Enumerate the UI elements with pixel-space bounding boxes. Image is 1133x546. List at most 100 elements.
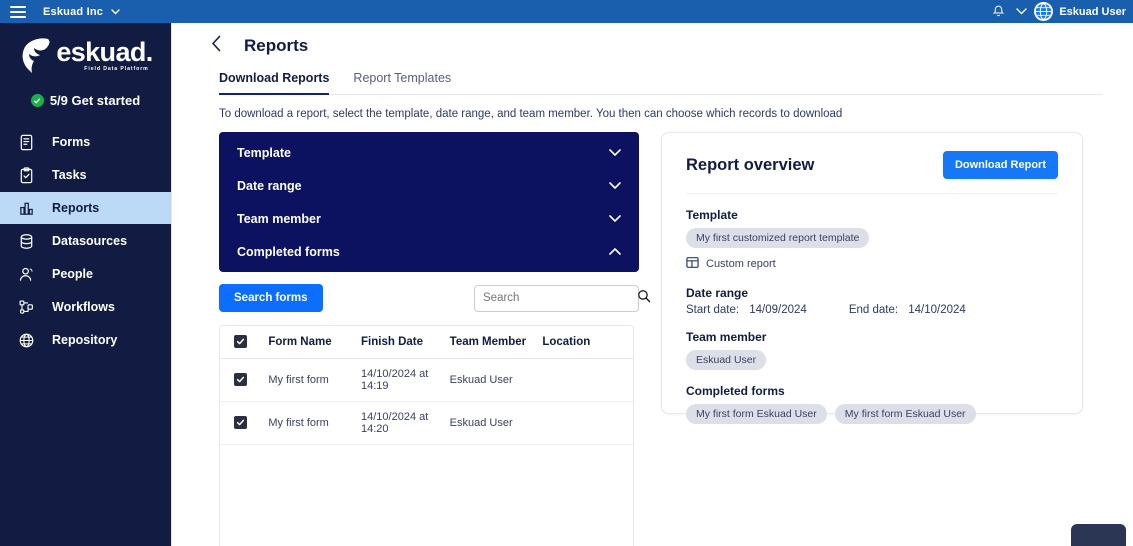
chevron-down-icon xyxy=(609,180,621,192)
cell-location xyxy=(542,359,633,402)
main-content: Reports Download Reports Report Template… xyxy=(171,23,1133,546)
top-bar: Eskuad Inc xyxy=(0,0,1133,23)
end-date-value: 14/10/2024 xyxy=(908,304,966,316)
form-document-icon xyxy=(17,133,36,152)
download-report-button[interactable]: Download Report xyxy=(943,151,1058,179)
table-head: Form Name Finish Date Team Member Locati… xyxy=(220,326,633,359)
org-switcher[interactable]: Eskuad Inc xyxy=(43,6,120,18)
sidebar-item-tasks[interactable]: Tasks xyxy=(0,159,171,191)
sidebar: eskuad. Field Data Platform 5/9 Get star… xyxy=(0,23,171,546)
overview-completed-forms-label: Completed forms xyxy=(686,384,1058,398)
overview-header: Report overview Download Report xyxy=(686,151,1058,194)
chevron-left-icon[interactable] xyxy=(211,35,222,56)
sidebar-item-label: Workflows xyxy=(52,300,115,314)
sidebar-item-label: Tasks xyxy=(52,168,87,182)
chevron-down-icon xyxy=(609,147,621,159)
sidebar-item-workflows[interactable]: Workflows xyxy=(0,291,171,323)
template-pill: My first customized report template xyxy=(686,228,869,248)
accordion-template[interactable]: Template xyxy=(219,136,639,169)
report-overview-card: Report overview Download Report Template… xyxy=(661,132,1083,414)
person-icon xyxy=(17,265,36,284)
row-checkbox-cell xyxy=(220,402,268,445)
workflow-nodes-icon xyxy=(17,298,36,317)
start-date-label: Start date: xyxy=(686,304,739,316)
logo-wordmark: eskuad xyxy=(56,37,145,67)
accordion-label: Date range xyxy=(237,179,302,193)
brand-logo: eskuad. Field Data Platform 5/9 Get star… xyxy=(0,23,171,108)
table-row[interactable]: My first form 14/10/2024 at 14:19 Eskuad… xyxy=(220,359,633,402)
hamburger-menu-icon[interactable] xyxy=(10,6,26,18)
eskuad-mark-icon xyxy=(18,35,54,77)
sidebar-item-label: People xyxy=(52,267,93,281)
tab-report-templates[interactable]: Report Templates xyxy=(353,71,451,95)
chevron-down-icon xyxy=(111,7,120,17)
get-started-label: 5/9 Get started xyxy=(50,93,140,108)
select-all-header xyxy=(220,326,268,359)
org-name-label: Eskuad Inc xyxy=(43,6,103,18)
column-header-finish-date: Finish Date xyxy=(361,326,450,359)
user-name-label: Eskuad User xyxy=(1059,6,1126,18)
logo-tagline: Field Data Platform xyxy=(84,66,148,72)
overview-team-member-label: Team member xyxy=(686,330,1058,344)
sidebar-item-datasources[interactable]: Datasources xyxy=(0,225,171,257)
team-member-pills: Eskuad User xyxy=(686,344,1058,370)
notification-bell-icon[interactable] xyxy=(988,2,1008,22)
search-input[interactable] xyxy=(483,292,637,304)
start-date-group: Start date: 14/09/2024 xyxy=(686,304,807,316)
column-header-form-name: Form Name xyxy=(268,326,361,359)
sidebar-item-reports[interactable]: Reports xyxy=(0,192,171,224)
team-member-pill: Eskuad User xyxy=(686,350,766,370)
forms-table-container: Form Name Finish Date Team Member Locati… xyxy=(219,325,634,546)
accordion-date-range[interactable]: Date range xyxy=(219,169,639,202)
get-started-progress[interactable]: 5/9 Get started xyxy=(31,93,140,108)
column-header-location: Location xyxy=(542,326,633,359)
check-circle-icon xyxy=(31,94,44,107)
overview-title: Report overview xyxy=(686,156,814,175)
page-description: To download a report, select the templat… xyxy=(219,108,1133,120)
end-date-group: End date: 14/10/2024 xyxy=(849,304,966,316)
sidebar-item-forms[interactable]: Forms xyxy=(0,126,171,158)
chat-launcher[interactable] xyxy=(1071,524,1126,546)
table-layout-icon xyxy=(686,256,699,272)
page-header: Reports xyxy=(172,23,1133,56)
avatar[interactable] xyxy=(1034,2,1053,21)
page-title: Reports xyxy=(244,36,308,56)
accordion-label: Team member xyxy=(237,212,321,226)
overview-date-range-label: Date range xyxy=(686,286,1058,300)
cell-form-name: My first form xyxy=(268,402,361,445)
chevron-up-icon xyxy=(609,246,621,258)
accordion-label: Completed forms xyxy=(237,245,340,259)
end-date-label: End date: xyxy=(849,304,898,316)
app-root: Eskuad Inc xyxy=(0,0,1133,546)
overview-column: Report overview Download Report Template… xyxy=(661,132,1083,546)
table-toolbar: Search forms xyxy=(219,284,639,312)
row-checkbox[interactable] xyxy=(234,416,247,429)
row-checkbox-cell xyxy=(220,359,268,402)
table-row[interactable]: My first form 14/10/2024 at 14:20 Eskuad… xyxy=(220,402,633,445)
sidebar-item-people[interactable]: People xyxy=(0,258,171,290)
accordion-completed-forms[interactable]: Completed forms xyxy=(219,235,639,268)
date-range-values: Start date: 14/09/2024 End date: 14/10/2… xyxy=(686,304,1058,316)
sidebar-item-label: Repository xyxy=(52,333,117,347)
filter-accordion: Template Date range Team member xyxy=(219,132,639,272)
search-box[interactable] xyxy=(474,285,639,312)
cell-location xyxy=(542,402,633,445)
completed-form-pill: My first form Eskuad User xyxy=(835,404,976,424)
user-menu-chevron-icon[interactable] xyxy=(1008,2,1034,22)
select-all-checkbox[interactable] xyxy=(234,335,247,348)
accordion-team-member[interactable]: Team member xyxy=(219,202,639,235)
logo-dot: . xyxy=(146,37,153,67)
sidebar-nav: Forms Tasks Reports Datasources xyxy=(0,126,171,356)
tab-download-reports[interactable]: Download Reports xyxy=(219,71,329,95)
sidebar-item-label: Reports xyxy=(52,201,99,215)
column-header-team-member: Team Member xyxy=(450,326,543,359)
magnifier-icon[interactable] xyxy=(637,289,651,308)
row-checkbox[interactable] xyxy=(234,373,247,386)
forms-table: Form Name Finish Date Team Member Locati… xyxy=(220,326,633,445)
completed-form-pill: My first form Eskuad User xyxy=(686,404,827,424)
completed-forms-pills: My first form Eskuad User My first form … xyxy=(686,398,1058,424)
table-header-row: Form Name Finish Date Team Member Locati… xyxy=(220,326,633,359)
sidebar-item-repository[interactable]: Repository xyxy=(0,324,171,356)
sidebar-item-label: Forms xyxy=(52,135,90,149)
search-forms-button[interactable]: Search forms xyxy=(219,284,323,312)
